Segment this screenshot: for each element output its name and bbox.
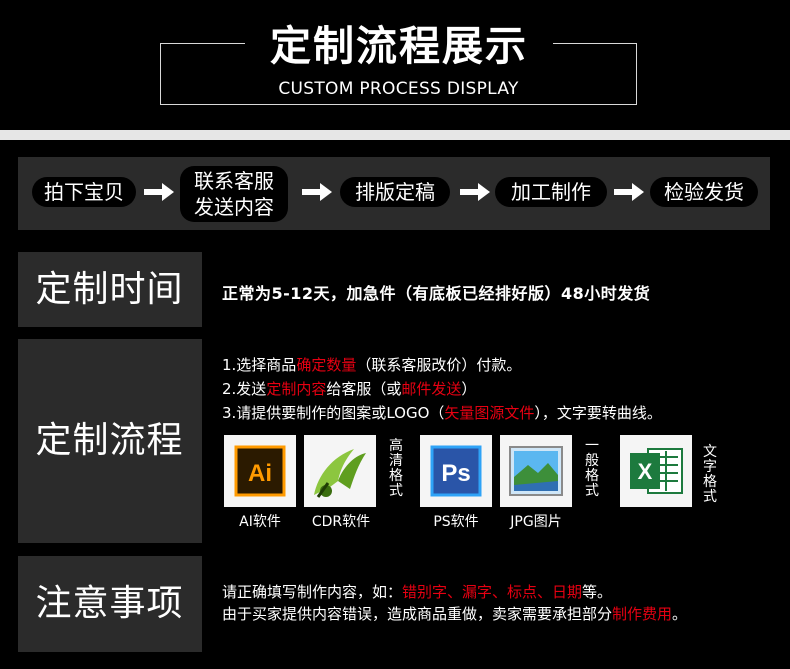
notice-line-1-highlight: 错别字、漏字、标点、日期 — [402, 583, 583, 601]
notice-line-1: 请正确填写制作内容，如：错别字、漏字、标点、日期等。 — [222, 581, 612, 602]
notice-line-2-highlight: 制作费用 — [612, 605, 673, 623]
process-step-2-suffix: ） — [461, 380, 477, 398]
notice-section: 注意事项 请正确填写制作内容，如：错别字、漏字、标点、日期等。 由于买家提供内容… — [18, 556, 770, 652]
notice-line-2-text: 由于买家提供内容错误，造成商品重做，卖家需要承担部分 — [222, 605, 613, 623]
process-flow: 拍下宝贝 联系客服 发送内容 排版定稿 加工制作 检验发货 — [18, 157, 770, 230]
arrow-right-icon — [614, 183, 644, 201]
process-step-3-text: 3.请提供要制作的图案或LOGO（ — [222, 404, 445, 422]
excel-icon: X — [620, 435, 692, 507]
page-title: 定制流程展示 — [245, 22, 553, 70]
step-layout-confirm: 排版定稿 — [340, 177, 450, 207]
process-step-3-highlight: 矢量图源文件 — [444, 404, 535, 422]
hd-format-note: 高清格式 — [389, 438, 403, 499]
notice-line-1-suffix: 等。 — [582, 583, 613, 601]
process-step-2: 2.发送定制内容给客服（或邮件发送） — [222, 378, 476, 399]
process-step-2-highlight-1: 定制内容 — [266, 380, 327, 398]
cdr-caption: CDR软件 — [311, 514, 371, 530]
notice-line-1-text: 请正确填写制作内容，如： — [222, 583, 403, 601]
step-contact-service-line2: 发送内容 — [194, 195, 274, 219]
ai-caption: AI软件 — [239, 514, 281, 530]
step-production: 加工制作 — [495, 177, 607, 207]
custom-process-label: 定制流程 — [18, 339, 201, 543]
text-format-note: 文字格式 — [703, 444, 717, 505]
photoshop-glyph: Ps — [441, 460, 470, 487]
step-place-order: 拍下宝贝 — [32, 177, 136, 207]
step-inspect-ship: 检验发货 — [650, 177, 758, 207]
jpg-image-icon — [500, 435, 572, 507]
divider-band — [0, 130, 790, 140]
photoshop-icon: Ps — [420, 435, 492, 507]
notice-line-2-suffix: 。 — [672, 605, 688, 623]
page-subtitle: CUSTOM PROCESS DISPLAY — [278, 79, 519, 99]
process-step-2-middle: 给客服（或 — [326, 380, 402, 398]
process-step-2-highlight-2: 邮件发送 — [401, 380, 462, 398]
process-step-1-highlight: 确定数量 — [296, 356, 357, 374]
custom-process-content: 1.选择商品确定数量（联系客服改价）付款。 2.发送定制内容给客服（或邮件发送）… — [202, 339, 770, 543]
excel-glyph: X — [638, 459, 653, 484]
arrow-right-icon — [144, 183, 174, 201]
notice-content: 请正确填写制作内容，如：错别字、漏字、标点、日期等。 由于买家提供内容错误，造成… — [202, 556, 770, 652]
process-step-1-suffix: （联系客服改价）付款。 — [356, 356, 522, 374]
process-step-3: 3.请提供要制作的图案或LOGO（矢量图源文件），文字要转曲线。 — [222, 402, 662, 423]
coreldraw-icon — [304, 435, 376, 507]
normal-format-note: 一般格式 — [585, 438, 599, 499]
notice-label: 注意事项 — [18, 556, 201, 652]
step-contact-service-line1: 联系客服 — [194, 169, 274, 193]
custom-time-label: 定制时间 — [18, 252, 201, 327]
custom-time-section: 定制时间 正常为5-12天，加急件（有底板已经排好版）48小时发货 — [18, 252, 770, 327]
arrow-right-icon — [302, 183, 332, 201]
header: 定制流程展示 CUSTOM PROCESS DISPLAY — [0, 0, 790, 130]
custom-time-content: 正常为5-12天，加急件（有底板已经排好版）48小时发货 — [202, 252, 770, 327]
illustrator-glyph: Ai — [248, 460, 272, 487]
process-step-3-suffix: ），文字要转曲线。 — [534, 404, 662, 422]
process-step-1-text: 1.选择商品 — [222, 356, 297, 374]
jpg-caption: JPG图片 — [510, 514, 562, 530]
custom-process-section: 定制流程 1.选择商品确定数量（联系客服改价）付款。 2.发送定制内容给客服（或… — [18, 339, 770, 543]
custom-time-text: 正常为5-12天，加急件（有底板已经排好版）48小时发货 — [222, 284, 651, 303]
illustrator-icon: Ai — [224, 435, 296, 507]
notice-line-2: 由于买家提供内容错误，造成商品重做，卖家需要承担部分制作费用。 — [222, 603, 687, 624]
arrow-right-icon — [460, 183, 490, 201]
process-step-2-text: 2.发送 — [222, 380, 267, 398]
process-step-1: 1.选择商品确定数量（联系客服改价）付款。 — [222, 354, 521, 375]
ps-caption: PS软件 — [433, 514, 479, 530]
step-contact-service: 联系客服 发送内容 — [180, 166, 288, 222]
